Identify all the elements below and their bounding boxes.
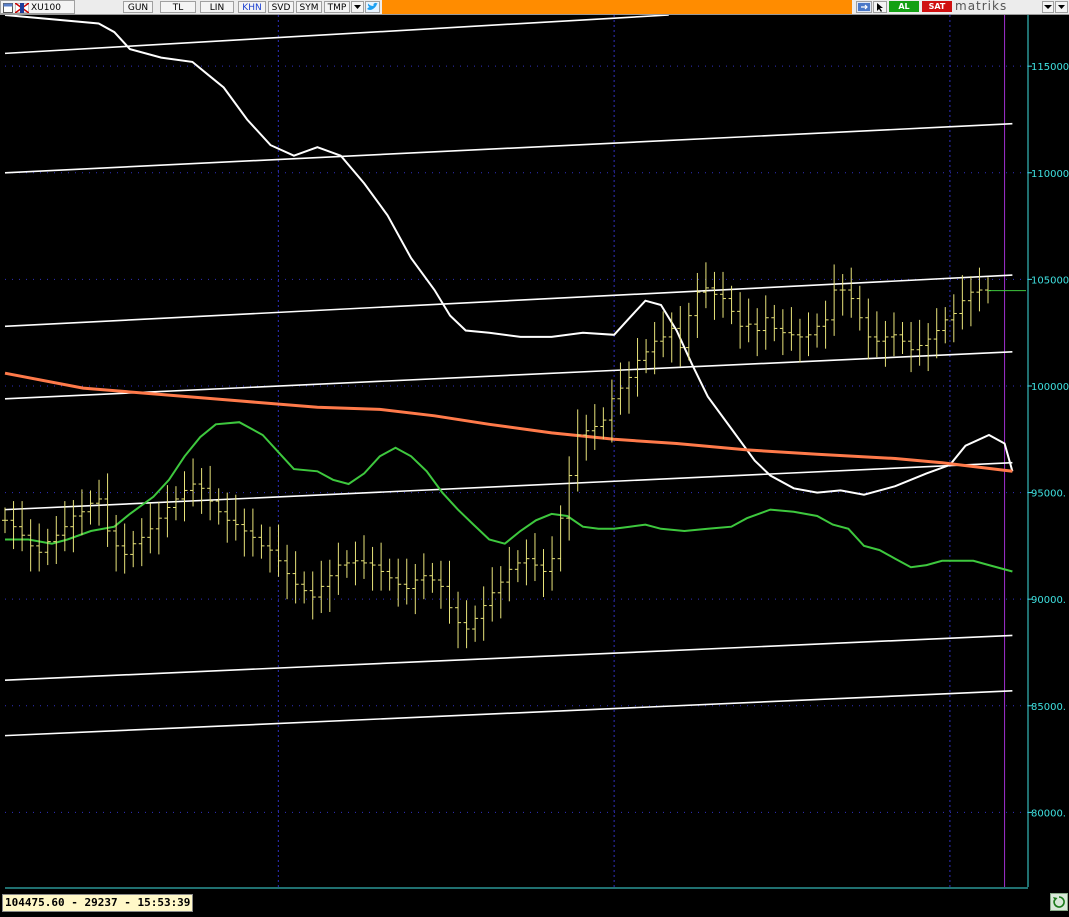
indicator-line bbox=[4, 15, 1014, 496]
symbol-selector[interactable]: XU100 bbox=[0, 0, 75, 14]
sync-icon bbox=[858, 3, 870, 11]
scroll-arrow-button[interactable] bbox=[1055, 1, 1068, 13]
y-axis: 115000. 110000. 105000. 100000. 95000. 90000.… bbox=[1027, 15, 1069, 887]
chart-toolbar: XU100 GUN TL LIN KHN SVD SYM TMP AL SAT … bbox=[0, 0, 1069, 15]
trendline bbox=[4, 634, 1013, 681]
ohlc-bars bbox=[2, 262, 1026, 649]
indicator-lines bbox=[4, 15, 1014, 573]
trendline bbox=[4, 351, 1013, 400]
window-icon bbox=[3, 3, 13, 13]
khn-button[interactable]: KHN bbox=[238, 1, 266, 13]
buy-button[interactable]: AL bbox=[889, 1, 919, 12]
price-chart[interactable]: 115000. 110000. 105000. 100000. 95000. 90000.… bbox=[0, 15, 1069, 893]
currency-tl-button[interactable]: TL bbox=[160, 1, 196, 13]
y-tick-label: 105000. bbox=[1031, 275, 1069, 286]
y-tick-label: 90000. bbox=[1031, 595, 1066, 606]
chevron-down-icon bbox=[354, 5, 361, 9]
scale-lin-button[interactable]: LIN bbox=[200, 1, 234, 13]
trendline bbox=[4, 274, 1013, 328]
chevron-down-icon bbox=[1044, 5, 1052, 9]
flag-icon bbox=[15, 3, 29, 13]
dropdown-arrow-button[interactable] bbox=[351, 1, 364, 13]
brand-logo: matriks bbox=[955, 0, 1008, 13]
y-tick-label: 115000. bbox=[1031, 62, 1069, 73]
chart-grid bbox=[5, 15, 1028, 887]
indicator-line bbox=[4, 371, 1013, 473]
trendlines bbox=[4, 15, 1013, 737]
chevron-down-icon bbox=[1058, 5, 1065, 9]
refresh-icon bbox=[1053, 896, 1065, 908]
symbol-label: XU100 bbox=[31, 3, 61, 13]
twitter-button[interactable] bbox=[365, 1, 380, 13]
tmp-button[interactable]: TMP bbox=[324, 1, 350, 13]
status-bar: 104475.60 - 29237 - 15:53:39 bbox=[0, 893, 1069, 917]
menu-dropdown-button[interactable] bbox=[1042, 1, 1054, 13]
twitter-icon bbox=[367, 2, 378, 11]
trendline bbox=[4, 122, 1013, 174]
trendline bbox=[4, 461, 1013, 511]
indicator-line bbox=[5, 421, 1013, 573]
trendline bbox=[4, 15, 669, 55]
sym-button[interactable]: SYM bbox=[296, 1, 322, 13]
period-gun-button[interactable]: GUN bbox=[123, 1, 153, 13]
svd-button[interactable]: SVD bbox=[268, 1, 294, 13]
cursor-icon bbox=[877, 3, 883, 12]
y-tick-label: 95000. bbox=[1031, 489, 1066, 500]
toolbar-accent-bar bbox=[382, 0, 852, 14]
refresh-button[interactable] bbox=[1050, 893, 1068, 911]
trendline bbox=[4, 690, 1013, 737]
y-tick-label: 80000. bbox=[1031, 808, 1066, 819]
y-tick-label: 85000. bbox=[1031, 702, 1066, 713]
sell-button[interactable]: SAT bbox=[922, 1, 952, 12]
pointer-tool-button[interactable] bbox=[873, 1, 887, 13]
sync-button[interactable] bbox=[856, 1, 872, 13]
price-volume-time-readout: 104475.60 - 29237 - 15:53:39 bbox=[2, 894, 194, 912]
y-tick-label: 110000. bbox=[1031, 169, 1069, 180]
y-tick-label: 100000. bbox=[1031, 382, 1069, 393]
